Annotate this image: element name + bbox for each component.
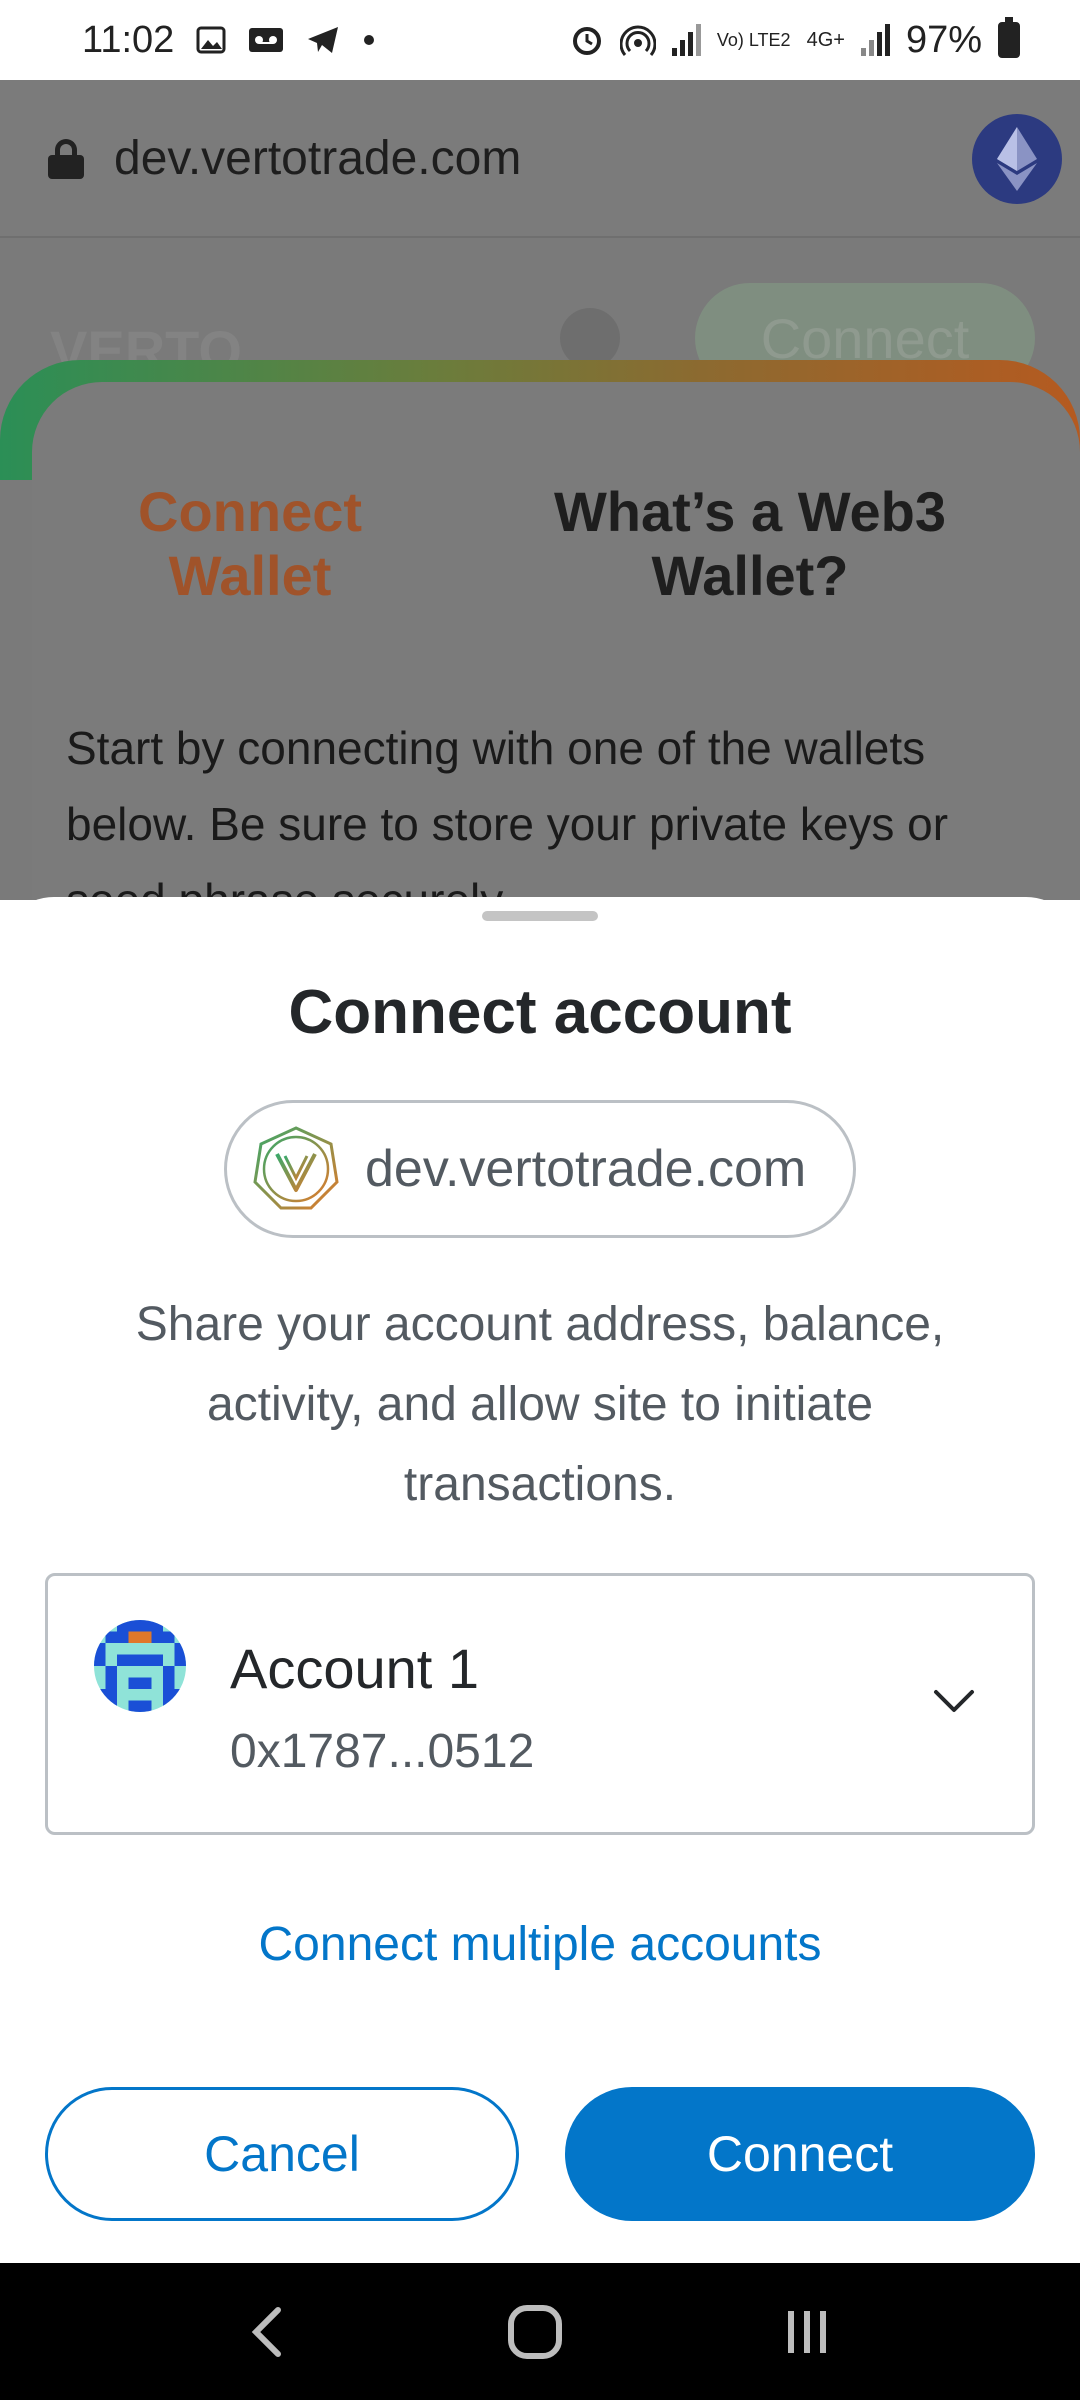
background-paragraph: Start by connecting with one of the wall… [66,722,949,900]
account-avatar [94,1620,186,1712]
image-icon [196,26,226,54]
network-label: 4G+ [806,28,845,51]
url-text: dev.vertotrade.com [114,131,522,185]
url-bar[interactable]: dev.vertotrade.com [0,80,1080,238]
lock-icon [48,139,84,179]
account-address: 0x1787...0512 [230,1725,535,1778]
connect-multiple-accounts-link[interactable]: Connect multiple accounts [0,1917,1080,1972]
alarm-icon [572,27,601,55]
chevron-down-icon[interactable] [932,1686,976,1716]
cancel-button[interactable]: Cancel [45,2087,519,2221]
recents-icon[interactable] [782,2307,832,2357]
sheet-title: Connect account [288,978,792,1047]
ethereum-icon[interactable] [972,114,1062,204]
status-bar: 11:02 Vo) LTE2 4G+ 97% [0,0,1080,80]
gear-icon [560,308,620,368]
connect-account-sheet: Connect account dev.vertotrade.com Share… [0,897,1080,2263]
connect-button[interactable]: Connect [565,2087,1035,2221]
browser-background: dev.vertotrade.com VERTO Connect Connect… [0,80,1080,900]
site-url: dev.vertotrade.com [365,1140,807,1198]
permission-description: Share your account address, balance, act… [135,1298,945,1511]
tab-whats-web3-wallet: What’s a Web3 Wallet? [553,480,947,607]
signal-icon [671,24,701,56]
home-icon[interactable] [505,2302,565,2362]
verto-site-logo [253,1126,339,1210]
dot-icon [364,35,375,45]
battery-icon [998,17,1020,58]
account-selector[interactable]: Account 1 0x1787...0512 [45,1573,1035,1835]
drag-handle[interactable] [482,911,598,921]
site-pill: dev.vertotrade.com [224,1100,856,1238]
hotspot-icon [619,25,656,56]
voicemail-icon [249,28,284,52]
back-icon[interactable] [248,2304,288,2360]
screen: 11:02 Vo) LTE2 4G+ 97% dev.vertotrade.co… [0,0,1080,2400]
navigation-bar [0,2263,1080,2400]
battery-percent: 97% [905,18,982,61]
telegram-icon [308,27,339,53]
account-name: Account 1 [230,1637,480,1700]
status-time: 11:02 [82,18,175,61]
tab-connect-wallet: Connect Wallet [138,480,362,607]
signal-bars-icon [860,24,890,56]
volte-label: Vo) LTE2 [716,30,791,50]
